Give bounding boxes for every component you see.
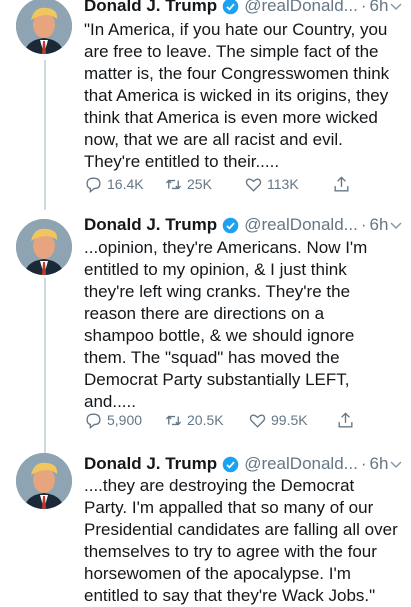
- tweet-text-line: entitled to my opinion, & I just think: [84, 260, 347, 279]
- reply-count: 5,900: [107, 412, 143, 428]
- author-handle[interactable]: @realDonald...: [244, 0, 358, 16]
- like-button[interactable]: 99.5K: [248, 411, 336, 430]
- avatar[interactable]: [16, 453, 72, 509]
- tweet-text-line: shampoo bottle, & we should ignore: [84, 326, 355, 345]
- author-handle[interactable]: @realDonald...: [244, 454, 358, 474]
- like-button[interactable]: 113K: [244, 175, 332, 194]
- timestamp[interactable]: 6h: [370, 454, 389, 474]
- share-icon: [338, 411, 353, 428]
- reply-button[interactable]: 5,900: [84, 411, 164, 430]
- tweet-text-line: ...opinion, they're Americans. Now I'm: [84, 238, 368, 257]
- verified-badge-icon: [222, 217, 239, 233]
- tweet-text-line: now, that we are all racist and evil.: [84, 130, 343, 149]
- tweet-text-line: they're left wing cranks. They're the: [84, 282, 351, 301]
- tweet-header: Donald J. Trump @realDonald... · 6h: [84, 0, 404, 18]
- author-name[interactable]: Donald J. Trump: [84, 454, 217, 474]
- chevron-down-icon[interactable]: [389, 0, 403, 14]
- heart-icon: [245, 178, 262, 192]
- tweet-header: Donald J. Trump @realDonald... · 6h: [84, 213, 404, 237]
- tweet[interactable]: Donald J. Trump @realDonald... · 6h ...o…: [0, 215, 411, 440]
- timestamp[interactable]: 6h: [370, 0, 389, 16]
- tweet-text-line: that America is wicked in its origins, t…: [84, 86, 389, 105]
- tweet-text-line: them. The "squad" has moved the: [84, 348, 340, 367]
- tweet-text-line: Democrat Party substantially LEFT,: [84, 370, 350, 389]
- avatar[interactable]: [16, 219, 72, 275]
- share-icon: [334, 175, 349, 192]
- reply-button[interactable]: 16.4K: [84, 175, 164, 194]
- share-button[interactable]: [332, 175, 355, 194]
- retweet-button[interactable]: 20.5K: [164, 411, 248, 430]
- tweet-text-line: reason there are directions on a: [84, 304, 325, 323]
- verified-badge-icon: [222, 456, 239, 472]
- tweet-text-line: They're entitled to their.....: [84, 152, 280, 171]
- tweet[interactable]: Donald J. Trump @realDonald... · 6h "In …: [0, 0, 411, 200]
- tweet-text: ....they are destroying the Democrat Par…: [84, 475, 402, 607]
- reply-count: 16.4K: [107, 176, 144, 192]
- tweet-text-line: Presidential candidates are falling all …: [84, 520, 398, 539]
- tweet-text: "In America, if you hate our Country, yo…: [84, 19, 402, 173]
- author-handle[interactable]: @realDonald...: [244, 215, 358, 235]
- author-name[interactable]: Donald J. Trump: [84, 0, 217, 16]
- reply-icon: [86, 176, 101, 193]
- tweet-text-line: horsewomen of the apocalypse. I'm: [84, 564, 351, 583]
- verified-badge-icon: [222, 0, 239, 14]
- retweet-count: 25K: [187, 176, 212, 192]
- share-button[interactable]: [336, 411, 359, 430]
- tweet-text-line: Party. I'm appalled that so many of our: [84, 498, 374, 517]
- retweet-icon: [165, 415, 182, 425]
- retweet-icon: [165, 179, 182, 189]
- retweet-button[interactable]: 25K: [164, 175, 244, 194]
- heart-icon: [249, 414, 266, 428]
- like-count: 113K: [267, 176, 299, 192]
- tweet-text-line: think that America is even more wicked: [84, 108, 378, 127]
- tweet[interactable]: Donald J. Trump @realDonald... · 6h ....…: [0, 453, 411, 605]
- tweet-text-line: ....they are destroying the Democrat: [84, 476, 355, 495]
- tweet-actions: 16.4K 25K 113K: [84, 172, 384, 196]
- tweet-text-line: themselves to try to agree with the four: [84, 542, 377, 561]
- tweet-text-line: matter is, the four Congresswomen think: [84, 64, 390, 83]
- separator-dot: ·: [360, 0, 367, 15]
- chevron-down-icon[interactable]: [389, 219, 403, 233]
- chevron-down-icon[interactable]: [389, 458, 403, 472]
- separator-dot: ·: [360, 215, 367, 234]
- tweet-text: ...opinion, they're Americans. Now I'm e…: [84, 237, 402, 413]
- tweet-header: Donald J. Trump @realDonald... · 6h: [84, 452, 404, 476]
- like-count: 99.5K: [271, 412, 308, 428]
- tweet-actions: 5,900 20.5K 99.5K: [84, 408, 384, 432]
- retweet-count: 20.5K: [187, 412, 224, 428]
- tweet-text-line: entitled to say that they're Wack Jobs.": [84, 586, 376, 605]
- avatar[interactable]: [16, 0, 72, 54]
- reply-icon: [86, 412, 101, 429]
- tweet-text-line: "In America, if you hate our Country, yo…: [84, 20, 388, 39]
- separator-dot: ·: [360, 454, 367, 473]
- tweet-text-line: are free to leave. The simple fact of th…: [84, 42, 379, 61]
- timestamp[interactable]: 6h: [370, 215, 389, 235]
- author-name[interactable]: Donald J. Trump: [84, 215, 217, 235]
